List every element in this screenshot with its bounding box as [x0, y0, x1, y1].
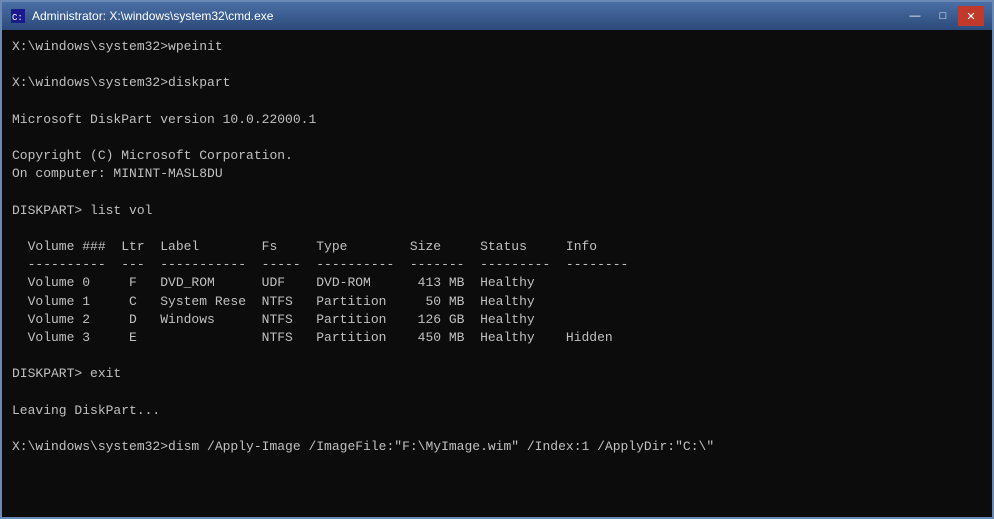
titlebar: C: Administrator: X:\windows\system32\cm… [2, 2, 992, 30]
console-line: Microsoft DiskPart version 10.0.22000.1 [12, 111, 982, 129]
cmd-icon: C: [10, 8, 26, 24]
console-line: Leaving DiskPart... [12, 402, 982, 420]
console-line: Volume 0 F DVD_ROM UDF DVD-ROM 413 MB He… [12, 274, 982, 292]
console-line [12, 420, 982, 438]
maximize-button[interactable]: □ [930, 6, 956, 26]
console-line: Volume 1 C System Rese NTFS Partition 50… [12, 293, 982, 311]
console-line: X:\windows\system32>wpeinit [12, 38, 982, 56]
cmd-window: C: Administrator: X:\windows\system32\cm… [0, 0, 994, 519]
console-line: Volume ### Ltr Label Fs Type Size Status… [12, 238, 982, 256]
window-controls: — □ ✕ [902, 6, 984, 26]
close-button[interactable]: ✕ [958, 6, 984, 26]
console-line: Volume 2 D Windows NTFS Partition 126 GB… [12, 311, 982, 329]
console-line [12, 184, 982, 202]
console-line [12, 56, 982, 74]
console-line: ---------- --- ----------- ----- -------… [12, 256, 982, 274]
console-line [12, 384, 982, 402]
console-line [12, 347, 982, 365]
console-output[interactable]: X:\windows\system32>wpeinit X:\windows\sy… [2, 30, 992, 517]
console-line: Copyright (C) Microsoft Corporation. [12, 147, 982, 165]
console-line: DISKPART> exit [12, 365, 982, 383]
console-line: Volume 3 E NTFS Partition 450 MB Healthy… [12, 329, 982, 347]
console-line: DISKPART> list vol [12, 202, 982, 220]
window-title: Administrator: X:\windows\system32\cmd.e… [32, 9, 902, 23]
console-line: On computer: MININT-MASL8DU [12, 165, 982, 183]
console-line [12, 93, 982, 111]
console-line: X:\windows\system32>diskpart [12, 74, 982, 92]
svg-text:C:: C: [12, 13, 23, 23]
console-line: X:\windows\system32>dism /Apply-Image /I… [12, 438, 982, 456]
console-line [12, 220, 982, 238]
console-line [12, 129, 982, 147]
minimize-button[interactable]: — [902, 6, 928, 26]
